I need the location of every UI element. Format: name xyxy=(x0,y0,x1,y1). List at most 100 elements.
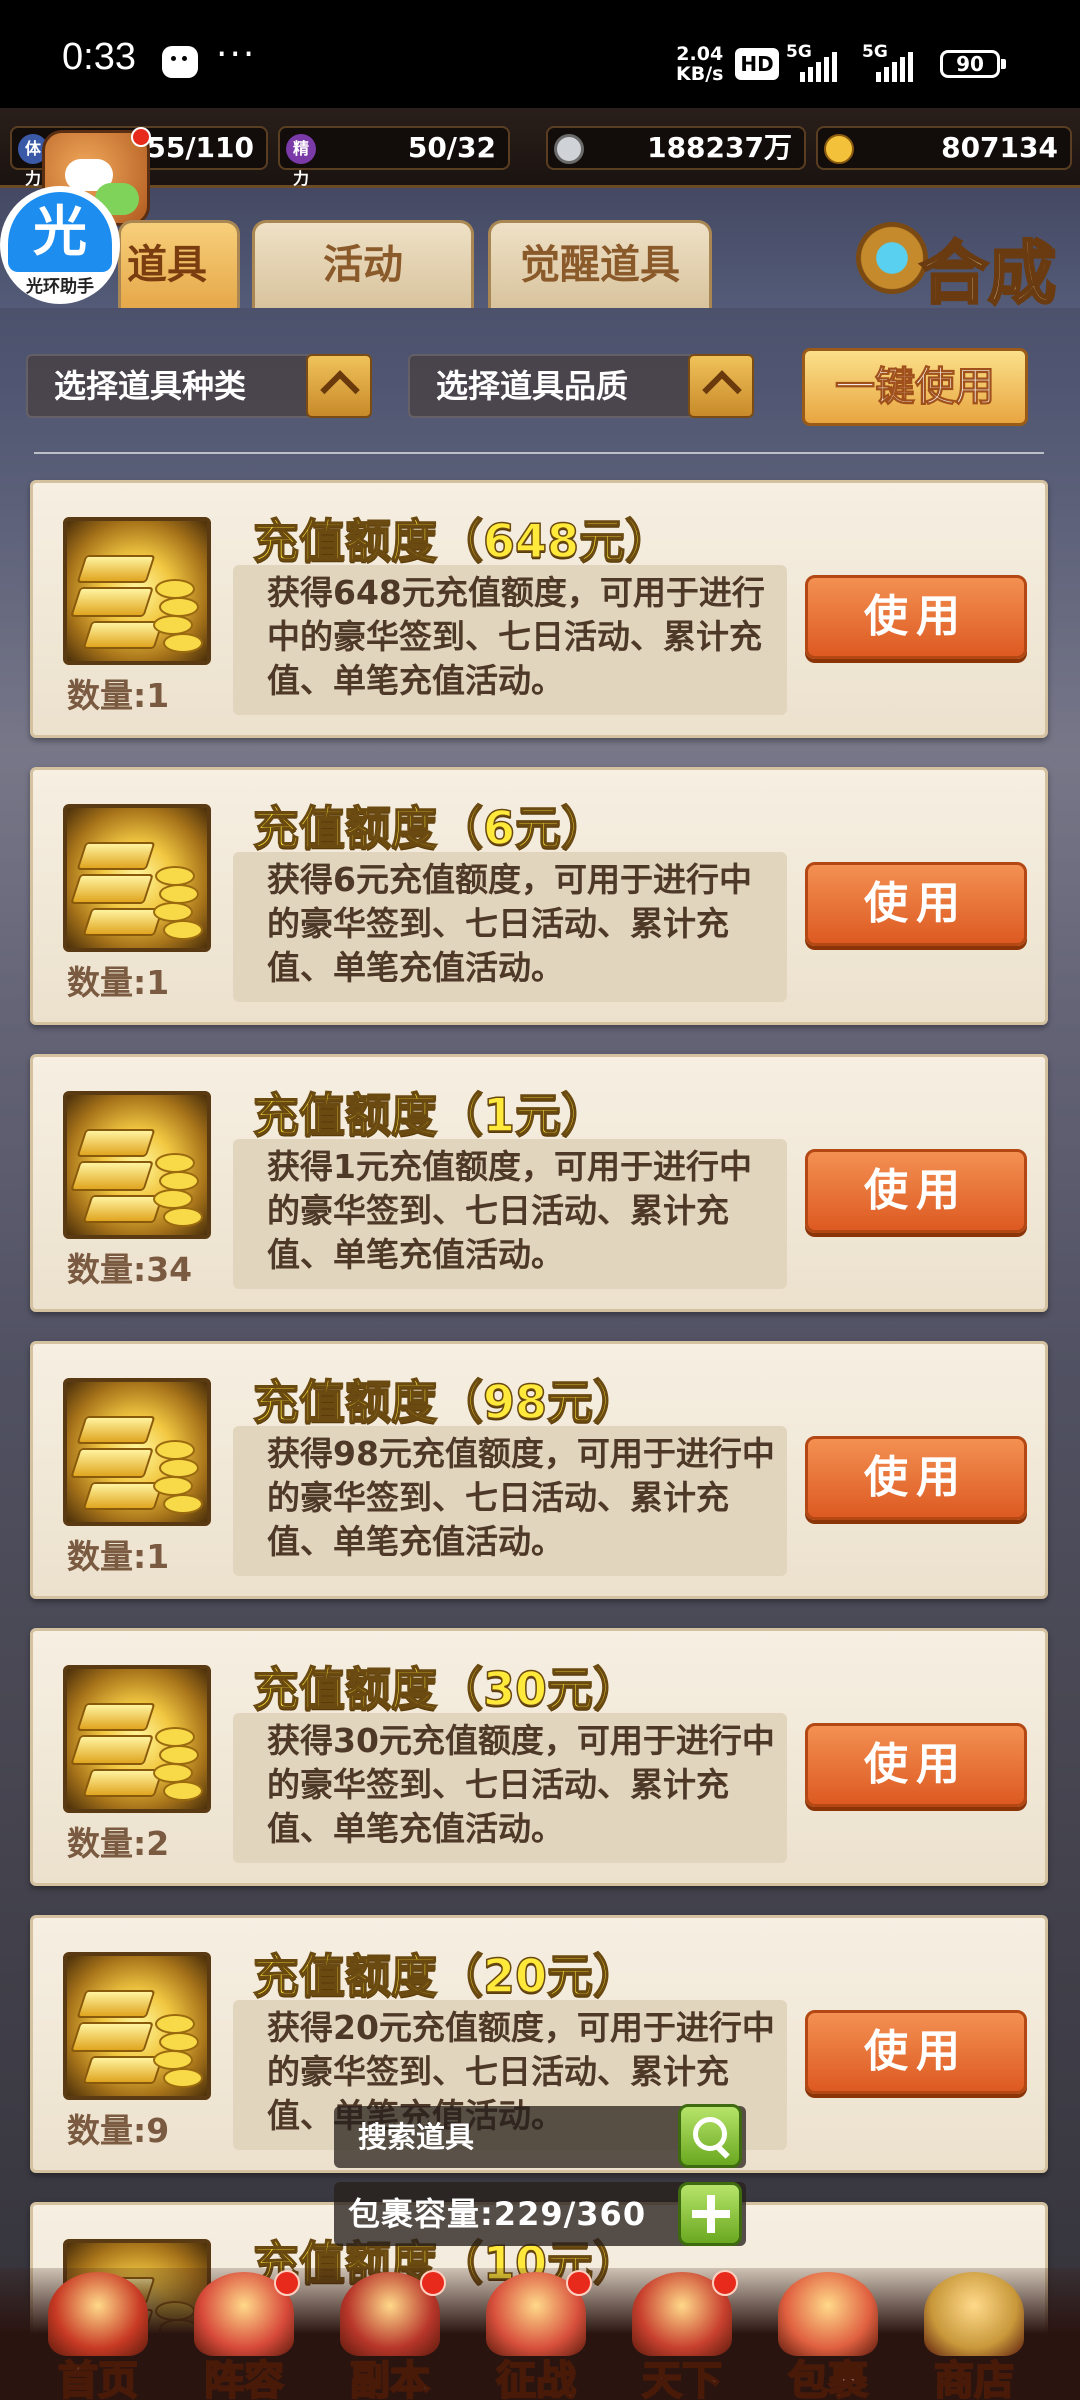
item-title: 充值额度（98元） xyxy=(252,1374,640,1430)
assistant-label: 光环助手 xyxy=(26,277,94,297)
hd-icon: HD xyxy=(735,48,779,80)
tab-items-label: 道具 xyxy=(127,242,207,288)
network-speed-unit: KB/s xyxy=(676,63,724,85)
tab-items[interactable]: 道具 xyxy=(118,220,240,308)
item-title: 充值额度（30元） xyxy=(252,1661,640,1717)
assistant-floating-button[interactable]: 光 光环助手 xyxy=(0,186,120,304)
network-speed: 2.04 KB/s xyxy=(676,44,723,84)
more-notifications-icon: ··· xyxy=(216,34,257,75)
chevron-up-icon[interactable] xyxy=(688,354,754,418)
nav-label: 阵容 xyxy=(203,2357,285,2400)
item-quantity: 数量:9 xyxy=(67,2111,170,2150)
gold-bars-icon[interactable] xyxy=(63,1952,211,2100)
divider xyxy=(34,452,1044,454)
nav-label: 副本 xyxy=(349,2357,431,2400)
tab-awakening-items[interactable]: 觉醒道具 xyxy=(488,220,712,308)
assistant-icon: 光 xyxy=(8,192,112,272)
item-quantity: 数量:34 xyxy=(67,1250,193,1289)
use-button[interactable]: 使用 xyxy=(805,1149,1027,1233)
nav-label: 首页 xyxy=(57,2357,139,2400)
search-input[interactable]: 搜索道具 xyxy=(334,2104,746,2168)
nav-item[interactable]: 天下 xyxy=(612,2268,752,2400)
use-button[interactable]: 使用 xyxy=(805,2010,1027,2094)
item-type-select[interactable]: 选择道具种类 xyxy=(26,354,372,418)
gold-value: 807134 xyxy=(941,131,1058,164)
status-time: 0:33 xyxy=(62,36,136,78)
wechat-icon xyxy=(162,46,198,78)
nav-item[interactable]: 包裹 xyxy=(758,2268,898,2400)
item-description: 获得30元充值额度，可用于进行中的豪华签到、七日活动、累计充值、单笔充值活动。 xyxy=(233,1713,787,1863)
item-title: 充值额度（20元） xyxy=(252,1948,640,2004)
chevron-up-icon[interactable] xyxy=(306,354,372,418)
item-title: 充值额度（648元） xyxy=(252,513,672,569)
item-card: 数量:34 充值额度（1元） 获得1元充值额度，可用于进行中的豪华签到、七日活动、累… xyxy=(30,1054,1048,1312)
use-button[interactable]: 使用 xyxy=(805,575,1027,659)
combine-label: 合成 xyxy=(919,233,1058,316)
item-card: 数量:1 充值额度（6元） 获得6元充值额度，可用于进行中的豪华签到、七日活动、累计… xyxy=(30,767,1048,1025)
nav-label: 征战 xyxy=(495,2357,577,2400)
search-icon[interactable] xyxy=(678,2104,742,2168)
item-quantity: 数量:1 xyxy=(67,676,170,715)
silver-value: 188237万 xyxy=(647,131,792,164)
energy-icon: 精力 xyxy=(286,134,316,188)
resource-bar: 体力 55/110 精力 50/32 188237万 807134 xyxy=(0,108,1080,188)
notification-dot xyxy=(420,2270,446,2296)
nav-art-icon xyxy=(924,2272,1024,2356)
network-speed-value: 2.04 xyxy=(676,43,724,65)
nav-label: 包裹 xyxy=(787,2357,869,2400)
tab-events-label: 活动 xyxy=(323,242,403,288)
gold-ingot-icon xyxy=(824,134,854,164)
silver-coin-icon xyxy=(554,134,584,164)
add-capacity-button[interactable] xyxy=(678,2182,742,2246)
energy-counter[interactable]: 精力 50/32 xyxy=(278,126,510,188)
nav-label: 商店 xyxy=(933,2357,1015,2400)
tab-awakening-items-label: 觉醒道具 xyxy=(520,242,680,288)
nav-item[interactable]: 征战 xyxy=(466,2268,606,2400)
use-all-button[interactable]: 一键使用 xyxy=(802,348,1028,426)
item-card: 数量:1 充值额度（648元） 获得648元充值额度，可用于进行中的豪华签到、七日活… xyxy=(30,480,1048,738)
gold-bars-icon[interactable] xyxy=(63,1665,211,1813)
gold-bars-icon[interactable] xyxy=(63,1091,211,1239)
use-button[interactable]: 使用 xyxy=(805,1436,1027,1520)
signal-icon-sim1: 5G xyxy=(786,42,837,82)
item-description: 获得98元充值额度，可用于进行中的豪华签到、七日活动、累计充值、单笔充值活动。 xyxy=(233,1426,787,1576)
gold-bars-icon[interactable] xyxy=(63,1378,211,1526)
item-quality-select[interactable]: 选择道具品质 xyxy=(408,354,754,418)
item-quantity: 数量:1 xyxy=(67,1537,170,1576)
nav-label: 天下 xyxy=(641,2357,723,2400)
bag-capacity-label: 包裹容量:229/360 xyxy=(348,2195,647,2233)
notification-dot xyxy=(274,2270,300,2296)
item-type-label: 选择道具种类 xyxy=(54,367,247,405)
item-quality-label: 选择道具品质 xyxy=(436,367,629,405)
silver-counter[interactable]: 188237万 xyxy=(546,126,806,170)
notification-dot xyxy=(131,127,151,147)
gold-bars-icon[interactable] xyxy=(63,804,211,952)
item-title: 充值额度（1元） xyxy=(252,1087,608,1143)
bag-capacity: 包裹容量:229/360 xyxy=(334,2182,746,2246)
battery-icon: 90 xyxy=(940,50,1006,78)
tab-events[interactable]: 活动 xyxy=(252,220,474,308)
signal-icon-sim2: 5G xyxy=(862,42,913,82)
gold-bars-icon[interactable] xyxy=(63,517,211,665)
combine-gear-icon xyxy=(856,222,928,294)
notification-dot xyxy=(712,2270,738,2296)
item-card: 数量:2 充值额度（30元） 获得30元充值额度，可用于进行中的豪华签到、七日活动、… xyxy=(30,1628,1048,1886)
nav-item[interactable]: 商店 xyxy=(904,2268,1044,2400)
item-title: 充值额度（6元） xyxy=(252,800,608,856)
item-description: 获得648元充值额度，可用于进行中的豪华签到、七日活动、累计充值、单笔充值活动。 xyxy=(233,565,787,715)
combine-button[interactable]: 合成 xyxy=(856,212,1058,316)
stamina-value: 55/110 xyxy=(146,131,254,164)
energy-value: 50/32 xyxy=(407,131,496,164)
search-placeholder: 搜索道具 xyxy=(358,2120,475,2154)
nav-item[interactable]: 副本 xyxy=(320,2268,460,2400)
use-button[interactable]: 使用 xyxy=(805,862,1027,946)
notification-dot xyxy=(566,2270,592,2296)
use-button[interactable]: 使用 xyxy=(805,1723,1027,1807)
bottom-nav: 首页 阵容 副本 征战 天下 包裹 商店 xyxy=(0,2268,1080,2400)
item-card: 数量:1 充值额度（98元） 获得98元充值额度，可用于进行中的豪华签到、七日活动、… xyxy=(30,1341,1048,1599)
status-bar: 0:33 ··· 2.04 KB/s HD 5G 5G 90 xyxy=(0,0,1080,108)
nav-item[interactable]: 首页 xyxy=(28,2268,168,2400)
nav-art-icon xyxy=(48,2272,148,2356)
nav-item[interactable]: 阵容 xyxy=(174,2268,314,2400)
gold-counter[interactable]: 807134 xyxy=(816,126,1072,170)
